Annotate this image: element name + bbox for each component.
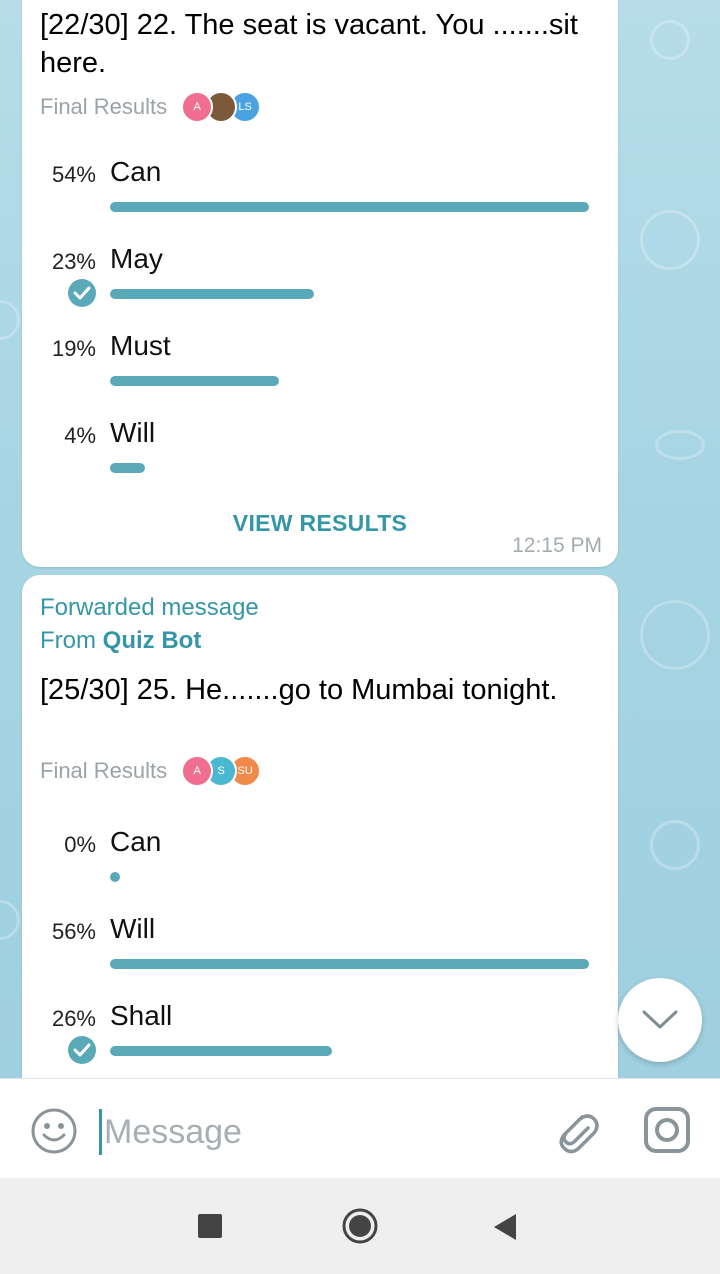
option-result-bar	[110, 872, 120, 882]
option-label: Will	[110, 417, 156, 448]
option-label: May	[110, 243, 163, 274]
option-result-bar	[110, 202, 589, 212]
poll-option: 56% Will	[22, 909, 618, 996]
correct-check-icon	[68, 279, 96, 307]
option-result-bar	[110, 376, 279, 386]
option-percent: 56%	[51, 919, 96, 944]
final-results-label: Final Results	[40, 94, 168, 119]
option-result-bar	[110, 463, 145, 473]
option-percent: 23%	[51, 249, 96, 274]
voter-avatar[interactable]: A	[181, 91, 214, 123]
option-percent: 19%	[51, 336, 96, 361]
correct-check-icon	[68, 1036, 96, 1064]
option-result-bar	[110, 1046, 332, 1056]
smiley-icon[interactable]	[30, 1107, 78, 1160]
poll-question: [25/30] 25. He.......go to Mumbai tonigh…	[40, 674, 558, 706]
instagram-camera-icon[interactable]	[642, 1105, 692, 1160]
home-icon[interactable]	[340, 1206, 380, 1251]
option-label: Can	[110, 156, 162, 187]
system-nav-bar	[0, 1178, 720, 1274]
back-icon[interactable]	[492, 1212, 520, 1247]
forwarded-label: Forwarded message	[40, 594, 259, 621]
option-label: Will	[110, 913, 156, 944]
poll-question: [22/30] 22. The seat is vacant. You ....…	[40, 9, 578, 79]
poll-message-2: Forwarded message From Quiz Bot [25/30] …	[22, 575, 618, 1135]
voter-avatars[interactable]: A S SU	[181, 755, 262, 787]
option-percent: 54%	[51, 162, 96, 187]
recents-icon[interactable]	[198, 1214, 222, 1238]
option-label: Shall	[110, 1000, 173, 1031]
final-results-row: Final Results A S SU	[40, 754, 262, 788]
option-percent: 4%	[64, 423, 96, 448]
poll-option: 54% Can	[22, 152, 618, 239]
message-input-bar: Message	[0, 1078, 720, 1178]
poll-option: 23% May	[22, 239, 618, 326]
poll-option: 26% Shall	[22, 996, 618, 1083]
text-caret	[99, 1109, 102, 1155]
message-input[interactable]: Message	[104, 1113, 242, 1152]
forwarded-source[interactable]: Quiz Bot	[103, 627, 202, 654]
forwarded-header[interactable]: Forwarded message From Quiz Bot	[40, 591, 259, 657]
chevron-down-icon	[642, 1010, 678, 1029]
message-time: 12:15 PM	[512, 534, 602, 557]
voter-avatar[interactable]: A	[181, 755, 214, 787]
option-percent: 0%	[64, 832, 96, 857]
view-results-button[interactable]: VIEW RESULTS	[22, 510, 618, 537]
option-result-bar	[110, 959, 589, 969]
voter-avatars[interactable]: A LS	[181, 91, 262, 123]
option-result-bar	[110, 289, 314, 299]
poll-option: 0% Can	[22, 822, 618, 909]
forwarded-from: From Quiz Bot	[40, 627, 202, 654]
paperclip-icon[interactable]	[552, 1105, 600, 1160]
option-label: Must	[110, 330, 171, 361]
poll-message-1: [22/30] 22. The seat is vacant. You ....…	[22, 0, 618, 567]
option-percent: 26%	[51, 1006, 96, 1031]
poll-option: 4% Will	[22, 413, 618, 500]
final-results-row: Final Results A LS	[40, 90, 262, 124]
final-results-label: Final Results	[40, 758, 168, 783]
option-label: Can	[110, 826, 162, 857]
scroll-down-button[interactable]	[618, 978, 702, 1062]
poll-option: 19% Must	[22, 326, 618, 413]
